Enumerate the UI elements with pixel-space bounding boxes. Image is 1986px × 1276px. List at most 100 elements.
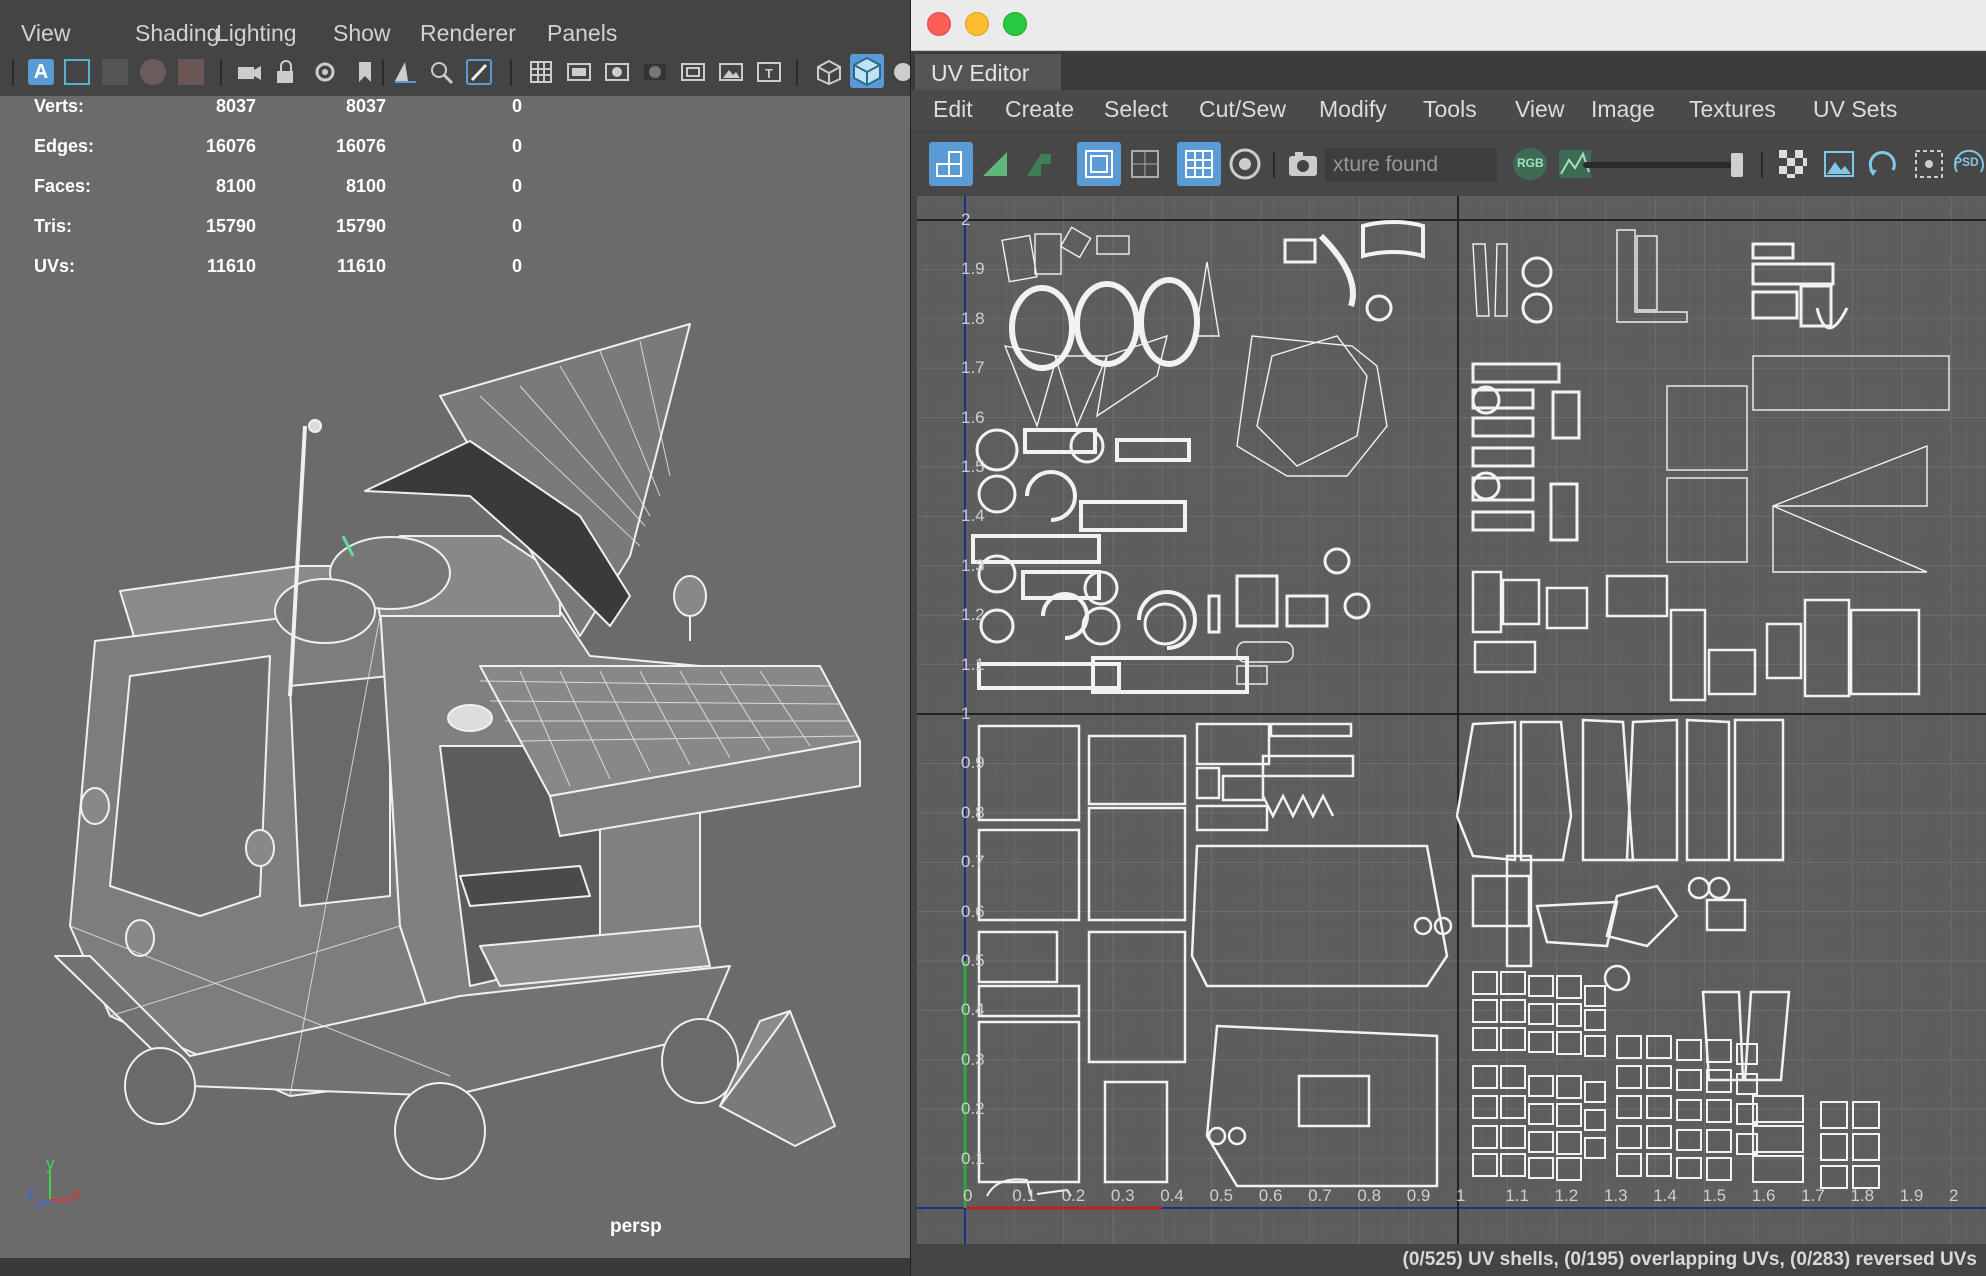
menu-view[interactable]: View [1515, 96, 1564, 123]
sphere-icon[interactable] [140, 59, 166, 85]
refresh-icon[interactable] [1861, 142, 1905, 186]
v-axis-tick-label: 1.8 [961, 308, 985, 328]
camera-label: persp [610, 1216, 662, 1237]
v-axis-tick-label: 1.4 [961, 506, 985, 526]
texture-field-text: xture found [1333, 153, 1439, 176]
exposure-slider[interactable] [1583, 153, 1743, 177]
u-axis-tick-label: 0.3 [1110, 1186, 1135, 1205]
u-axis-tick-label: 1.6 [1751, 1186, 1776, 1205]
grid-toggle-icon[interactable] [528, 59, 554, 85]
wireframe-cube-icon[interactable] [816, 59, 842, 86]
grease-pencil-icon[interactable] [466, 59, 492, 85]
v-axis-tick-label: 1.6 [961, 407, 985, 427]
toolbar-separator [510, 60, 512, 86]
stack-icon[interactable] [178, 59, 204, 85]
close-window-button[interactable] [927, 12, 951, 36]
rgb-label: RGB [1517, 156, 1544, 170]
image-icon[interactable] [1817, 142, 1861, 186]
v-axis-tick-label: 0.7 [961, 852, 985, 872]
isolate-icon[interactable] [1223, 142, 1267, 186]
viewport-bottom-bar [0, 1258, 915, 1276]
checker-map-icon[interactable] [1771, 142, 1815, 186]
v-axis-tick-label: 0.2 [961, 1099, 985, 1119]
menu-create[interactable]: Create [1005, 96, 1074, 123]
film-gate-icon[interactable] [566, 59, 592, 85]
svg-text:T: T [765, 66, 773, 81]
texture-borders-icon[interactable] [1017, 142, 1061, 186]
gate-mask-icon[interactable] [642, 59, 668, 85]
toolbar-separator [1761, 152, 1763, 178]
menu-modify[interactable]: Modify [1319, 96, 1387, 123]
zoom-window-button[interactable] [1003, 12, 1027, 36]
exposure-slider-handle[interactable] [1731, 153, 1743, 177]
menu-shading[interactable]: Shading [135, 20, 219, 47]
camera-attributes-icon[interactable] [312, 59, 338, 85]
window-titlebar[interactable] [911, 0, 1986, 51]
menu-show[interactable]: Show [333, 20, 391, 47]
2d-pan-zoom-icon[interactable] [428, 59, 454, 85]
u-axis-tick-label: 1.8 [1850, 1186, 1875, 1205]
uv-status-text: (0/525) UV shells, (0/195) overlapping U… [1402, 1249, 1977, 1270]
u-axis-tick-label: 1.3 [1603, 1186, 1628, 1205]
toolbar-separator [796, 60, 798, 86]
viewport-menubar: View Shading Lighting Show Renderer Pane… [0, 0, 915, 46]
texture-field[interactable]: xture found [1325, 148, 1497, 182]
v-axis-tick-label: 1.3 [961, 555, 985, 575]
v-axis-tick-label: 0.9 [961, 753, 985, 773]
u-axis-tick-label: 0.5 [1209, 1186, 1234, 1205]
v-axis-tick-label: 1 [961, 704, 971, 723]
toolbar-separator [382, 60, 384, 86]
select-camera-icon[interactable] [64, 59, 90, 85]
minimize-window-button[interactable] [965, 12, 989, 36]
menu-textures[interactable]: Textures [1689, 96, 1776, 123]
v-axis-tick-label: 1.5 [961, 457, 985, 476]
v-axis-tick-label: 0.8 [961, 802, 985, 822]
tab-uv-editor[interactable]: UV Editor [915, 54, 1061, 90]
v-axis-tick-label: 1.2 [961, 605, 985, 625]
menu-select[interactable]: Select [1104, 96, 1168, 123]
field-chart-icon[interactable] [680, 59, 706, 85]
uv-texture-space[interactable]: 2 1.9 1.8 1.7 1.6 1.5 1.4 1.3 1.2 1.1 1 0.9 0.8 0.7 0.… [917, 196, 1986, 1276]
v-axis-tick-label: 1.7 [961, 358, 985, 378]
shaded-uvs-icon[interactable] [973, 142, 1017, 186]
resolution-gate-icon[interactable] [604, 59, 630, 85]
pixel-snap-icon[interactable] [1123, 142, 1167, 186]
uv-editor-window: UV Editor Edit Create Select Cut/Sew Mod… [910, 0, 1986, 1276]
u-axis-tick-label: 0.2 [1061, 1186, 1086, 1205]
menu-edit[interactable]: Edit [933, 96, 973, 123]
image-snapshot-icon[interactable] [1281, 142, 1325, 186]
rgb-channel-icon[interactable]: RGB [1509, 142, 1553, 186]
menu-lighting[interactable]: Lighting [216, 20, 297, 47]
text-tool-icon[interactable]: A [28, 59, 54, 85]
image-plane-icon[interactable] [392, 59, 418, 85]
safe-title-icon[interactable]: T [756, 59, 782, 85]
menu-panels[interactable]: Panels [547, 20, 617, 47]
menu-tools[interactable]: Tools [1423, 96, 1477, 123]
lock-camera-icon[interactable] [274, 59, 300, 85]
frame-selection-icon[interactable] [1907, 142, 1951, 186]
grid-icon[interactable] [102, 59, 128, 85]
display-grid-icon[interactable] [1077, 142, 1121, 186]
menu-uv-sets[interactable]: UV Sets [1813, 96, 1897, 123]
v-axis-tick-label: 0.1 [961, 1148, 985, 1168]
camera-icon[interactable] [236, 59, 262, 85]
shaded-cube-icon[interactable] [850, 54, 884, 88]
toolbar-separator [1273, 152, 1275, 178]
uv-menubar: Edit Create Select Cut/Sew Modify Tools … [911, 90, 1986, 130]
uv-grid-canvas[interactable] [917, 196, 1986, 1276]
psd-network-icon[interactable]: PSD [1951, 142, 1986, 186]
toolbar-separator [220, 60, 222, 86]
3d-viewport[interactable]: Verts: 8037 8037 0 Edges: 16076 16076 0 … [0, 96, 912, 1261]
v-axis-tick-label: 1.1 [961, 654, 985, 674]
bookmark-icon[interactable] [352, 59, 378, 85]
toolbar-separator [12, 60, 14, 86]
menu-view[interactable]: View [21, 20, 70, 47]
uv-snapshot-icon[interactable] [929, 142, 973, 186]
safe-action-icon[interactable] [718, 59, 744, 85]
menu-renderer[interactable]: Renderer [420, 20, 516, 47]
tab-title: UV Editor [931, 60, 1030, 86]
checker-grid-icon[interactable] [1177, 142, 1221, 186]
food-truck-wireframe-model[interactable] [0, 96, 912, 1261]
menu-cut-sew[interactable]: Cut/Sew [1199, 96, 1286, 123]
menu-image[interactable]: Image [1591, 96, 1655, 123]
